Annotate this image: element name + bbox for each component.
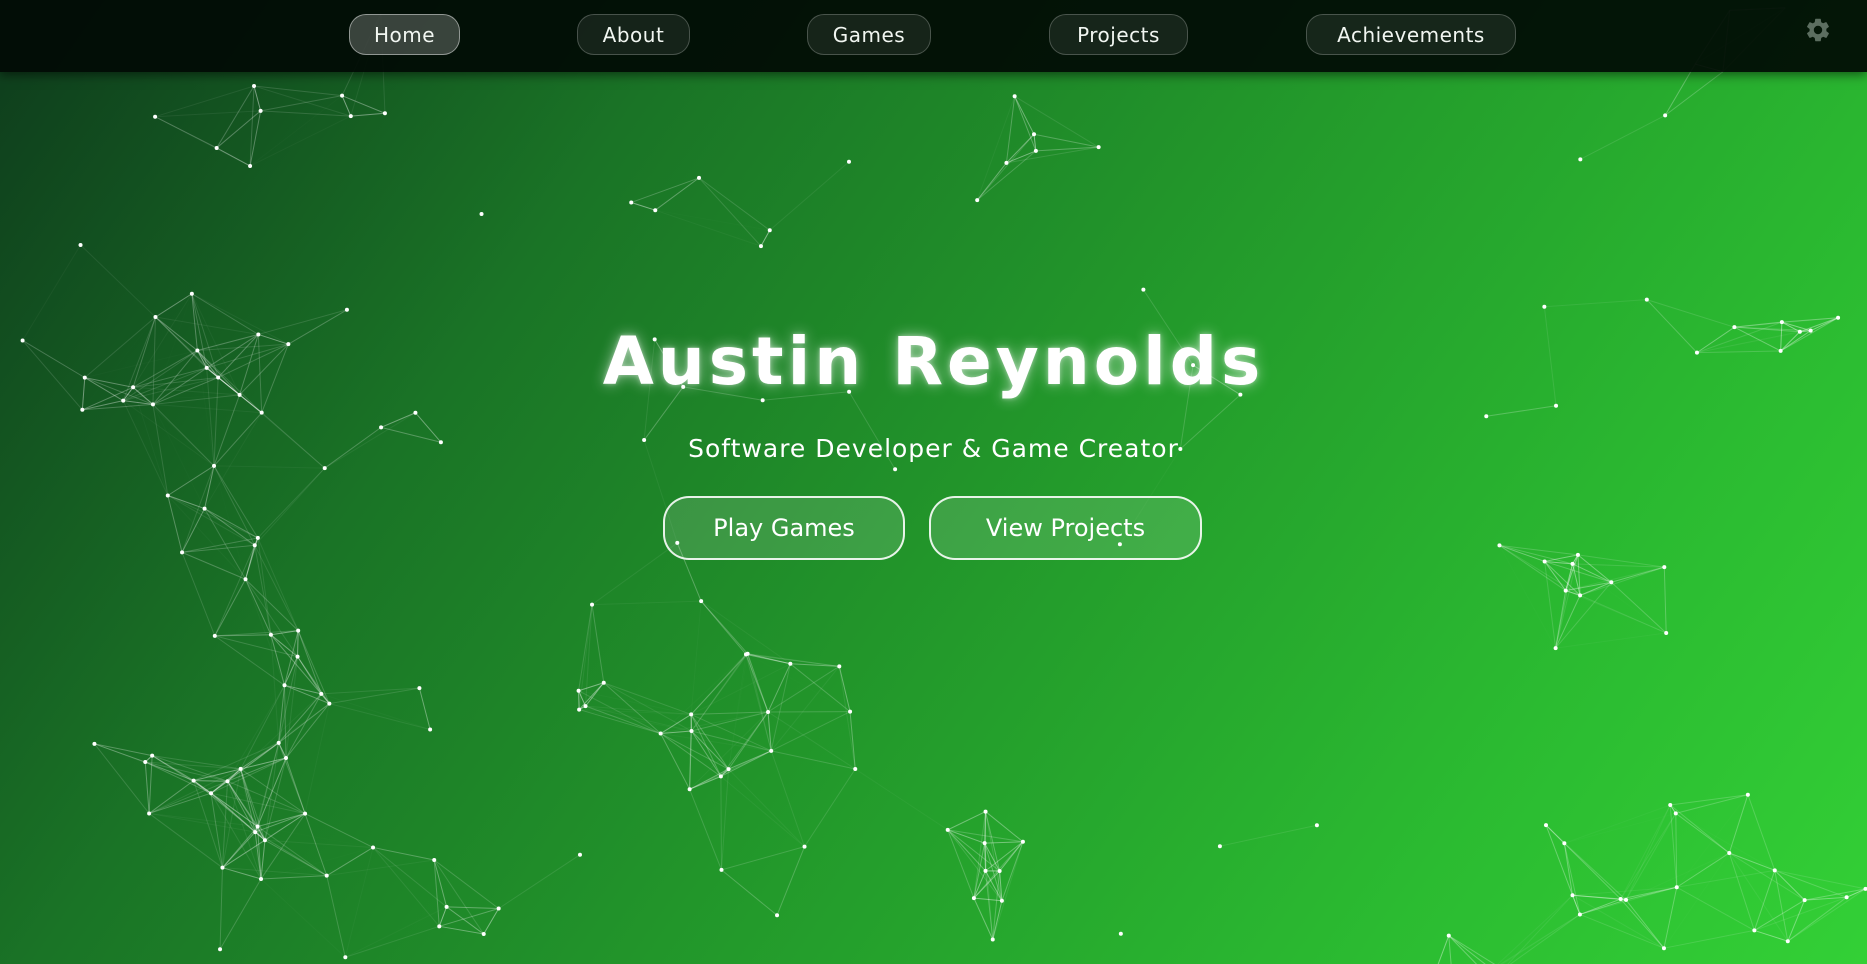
hero-subtitle: Software Developer & Game Creator: [688, 434, 1179, 463]
nav-home-button[interactable]: Home: [349, 14, 460, 55]
nav-projects-button[interactable]: Projects: [1049, 14, 1188, 55]
nav-about-button[interactable]: About: [577, 14, 690, 55]
nav-achievements-button[interactable]: Achievements: [1306, 14, 1516, 55]
top-navbar: Home About Games Projects Achievements: [0, 0, 1867, 72]
gear-icon: [1807, 18, 1829, 42]
page: Home About Games Projects Achievements A…: [0, 0, 1867, 964]
nav-games-button[interactable]: Games: [807, 14, 931, 55]
play-games-button[interactable]: Play Games: [663, 496, 905, 560]
hero-section: Austin Reynolds Software Developer & Gam…: [0, 0, 1867, 964]
view-projects-button[interactable]: View Projects: [929, 496, 1202, 560]
hero-title: Austin Reynolds: [602, 323, 1265, 400]
settings-button[interactable]: [1804, 16, 1832, 44]
